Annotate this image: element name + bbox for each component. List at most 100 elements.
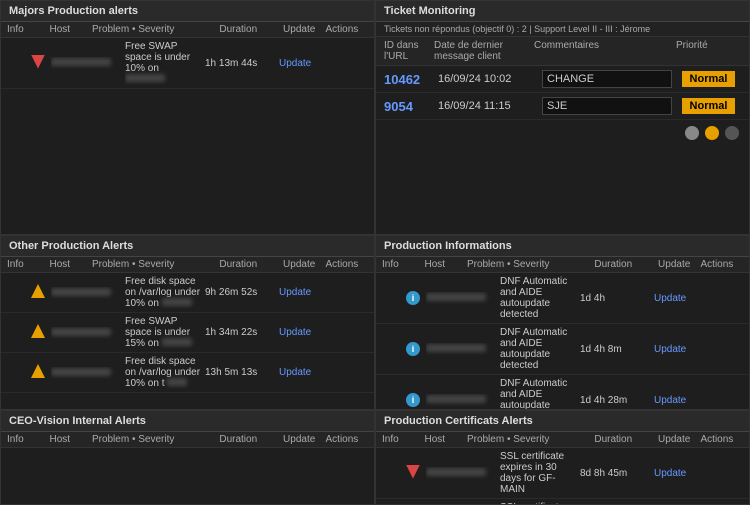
- th-priority: Priorité: [676, 40, 741, 62]
- ticket-row-1: 10462 16/09/24 10:02 Normal: [376, 66, 749, 93]
- duration-cell: 1d 4h: [580, 293, 650, 304]
- host-cell: [426, 467, 496, 479]
- col-actions: Actions: [701, 434, 743, 445]
- cert-title: Production Certificats Alerts: [376, 411, 749, 432]
- col-duration: Duration: [594, 259, 658, 270]
- host-cell: [426, 292, 496, 304]
- table-row: Free disk space on /var/log under 10% on…: [1, 273, 374, 313]
- table-row: i DNF Automatic and AIDE autoupdate dete…: [376, 324, 749, 375]
- col-problem: Problem • Severity: [467, 434, 594, 445]
- duration-cell: 1d 4h 28m: [580, 395, 650, 406]
- col-duration: Duration: [219, 24, 283, 35]
- col-info: Info: [382, 259, 424, 270]
- host-cell: [426, 343, 496, 355]
- ticket-id-2[interactable]: 9054: [384, 99, 434, 114]
- problem-cell: Free disk space on /var/log under 10% on: [125, 276, 201, 309]
- ticket-panel: Ticket Monitoring Tickets non répondus (…: [375, 0, 750, 235]
- cert-col-header: Info Host Problem • Severity Duration Up…: [376, 432, 749, 448]
- update-cell: Update: [654, 293, 699, 304]
- ticket-row-2: 9054 16/09/24 11:15 Normal: [376, 93, 749, 120]
- table-row: Free SWAP space is under 10% on 1h 13m 4…: [1, 38, 374, 89]
- duration-cell: 1h 34m 22s: [205, 327, 275, 338]
- pagination-dot-1[interactable]: [685, 126, 699, 140]
- other-title: Other Production Alerts: [1, 236, 374, 257]
- ceo-title: CEO-Vision Internal Alerts: [1, 411, 374, 432]
- col-actions: Actions: [326, 434, 368, 445]
- problem-cell: SSL certificate expires in 30 days for G…: [500, 451, 576, 495]
- ticket-date-1: 16/09/24 10:02: [438, 73, 538, 85]
- ticket-priority-2: Normal: [676, 98, 741, 114]
- priority-badge-1: Normal: [682, 71, 736, 87]
- host-cell: [426, 394, 496, 406]
- col-info: Info: [7, 434, 49, 445]
- severity-icon: [29, 364, 47, 381]
- ticket-col-header: ID dans l'URL Date de dernier message cl…: [376, 37, 749, 66]
- severity-icon: [29, 284, 47, 301]
- ticket-comment-input-2[interactable]: [542, 97, 672, 115]
- severity-icon: i: [404, 291, 422, 305]
- severity-icon: [29, 324, 47, 341]
- col-host: Host: [424, 259, 466, 270]
- ceo-col-header: Info Host Problem • Severity Duration Up…: [1, 432, 374, 448]
- col-host: Host: [49, 434, 91, 445]
- duration-cell: 1d 4h 8m: [580, 344, 650, 355]
- priority-badge-2: Normal: [682, 98, 736, 114]
- problem-cell: Free SWAP space is under 15% on: [125, 316, 201, 349]
- host-cell: [51, 287, 121, 299]
- other-col-header: Info Host Problem • Severity Duration Up…: [1, 257, 374, 273]
- problem-cell: DNF Automatic and AIDE autoupdate detect…: [500, 378, 576, 410]
- pagination-dot-3[interactable]: [725, 126, 739, 140]
- update-link[interactable]: Update: [654, 468, 686, 479]
- duration-cell: 13h 5m 13s: [205, 367, 275, 378]
- problem-cell: Free SWAP space is under 10% on: [125, 41, 201, 85]
- update-link[interactable]: Update: [654, 344, 686, 355]
- col-host: Host: [49, 259, 91, 270]
- ticket-subtitle: Tickets non répondus (objectif 0) : 2 | …: [376, 22, 749, 37]
- col-actions: Actions: [326, 24, 368, 35]
- col-problem: Problem • Severity: [92, 259, 219, 270]
- down-icon: [31, 55, 45, 69]
- col-info: Info: [7, 24, 49, 35]
- update-cell: Update: [279, 327, 324, 338]
- col-host: Host: [424, 434, 466, 445]
- col-problem: Problem • Severity: [92, 24, 219, 35]
- cert-panel: Production Certificats Alerts Info Host …: [375, 410, 750, 505]
- col-info: Info: [382, 434, 424, 445]
- update-link[interactable]: Update: [279, 367, 311, 378]
- prodinfo-title: Production Informations: [376, 236, 749, 257]
- duration-cell: 8d 8h 45m: [580, 468, 650, 479]
- col-update: Update: [658, 259, 700, 270]
- info-icon: i: [406, 393, 420, 407]
- col-duration: Duration: [594, 434, 658, 445]
- col-host: Host: [49, 24, 91, 35]
- duration-cell: 1h 13m 44s: [205, 58, 275, 69]
- update-cell: Update: [279, 287, 324, 298]
- col-problem: Problem • Severity: [92, 434, 219, 445]
- problem-cell: Free disk space on /var/log under 10% on…: [125, 356, 201, 389]
- update-link[interactable]: Update: [279, 287, 311, 298]
- ticket-priority-1: Normal: [676, 71, 741, 87]
- col-update: Update: [283, 24, 325, 35]
- host-cell: [51, 327, 121, 339]
- ticket-comment-2[interactable]: [542, 97, 672, 115]
- col-actions: Actions: [326, 259, 368, 270]
- update-cell: Update: [654, 395, 699, 406]
- update-link[interactable]: Update: [279, 327, 311, 338]
- ticket-comment-1[interactable]: [542, 70, 672, 88]
- update-cell: Update: [654, 344, 699, 355]
- update-link[interactable]: Update: [654, 293, 686, 304]
- col-actions: Actions: [701, 259, 743, 270]
- ticket-comment-input-1[interactable]: [542, 70, 672, 88]
- warning-icon: [31, 324, 45, 338]
- update-link[interactable]: Update: [654, 395, 686, 406]
- severity-icon: [404, 465, 422, 482]
- pagination-dot-2[interactable]: [705, 126, 719, 140]
- ticket-id-1[interactable]: 10462: [384, 72, 434, 87]
- pagination: [376, 120, 749, 146]
- table-row: i DNF Automatic and AIDE autoupdate dete…: [376, 375, 749, 410]
- prodinfo-panel: Production Informations Info Host Proble…: [375, 235, 750, 410]
- table-row: i DNF Automatic and AIDE autoupdate dete…: [376, 273, 749, 324]
- th-id: ID dans l'URL: [384, 40, 434, 62]
- update-link[interactable]: Update: [279, 58, 311, 69]
- col-duration: Duration: [219, 434, 283, 445]
